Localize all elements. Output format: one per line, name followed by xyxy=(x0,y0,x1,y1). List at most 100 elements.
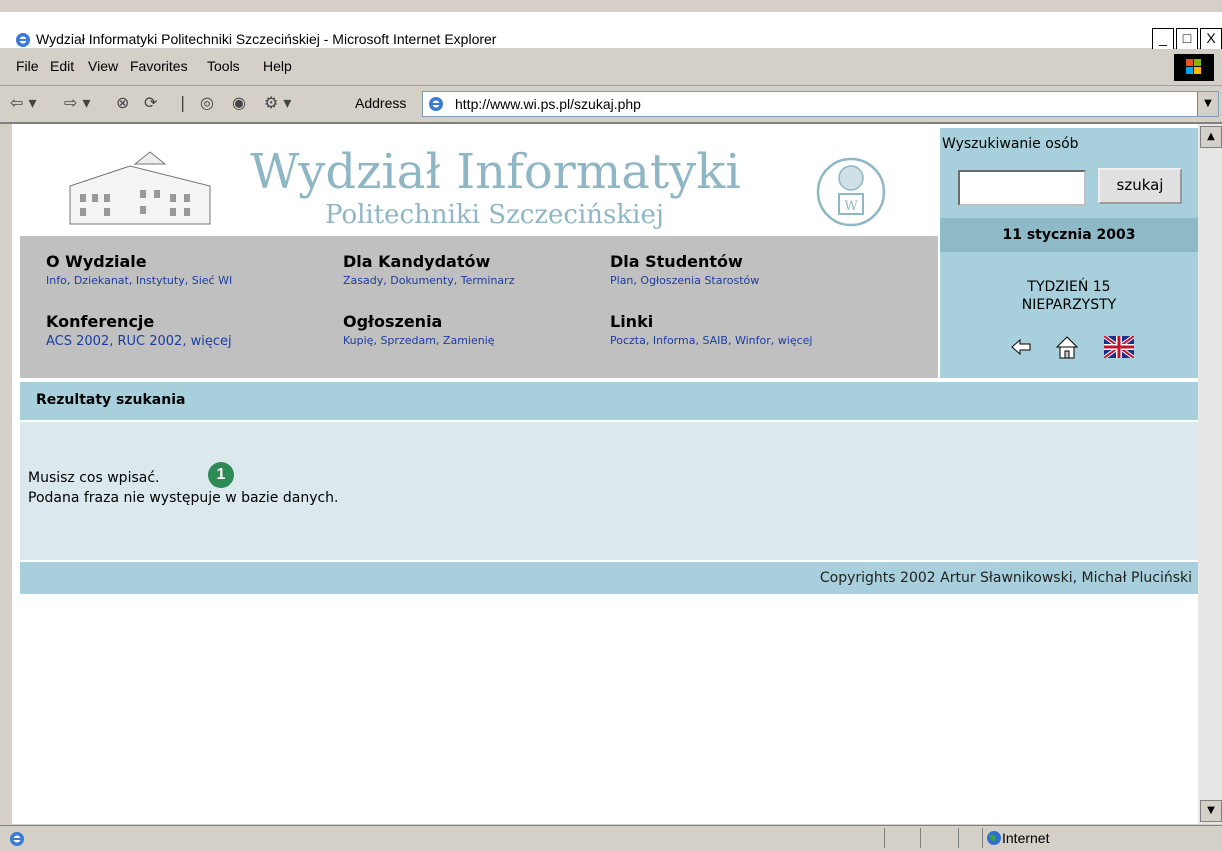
nav-link-acs-2002[interactable]: ACS 2002 xyxy=(46,334,109,349)
results-heading: Rezultaty szukania xyxy=(36,392,186,408)
panel-icons xyxy=(940,332,1198,362)
maximize-button[interactable]: □ xyxy=(1176,28,1198,50)
nav-heading[interactable]: O Wydziale xyxy=(46,252,232,271)
nav-links: ACS 2002, RUC 2002, więcej xyxy=(46,334,232,349)
menu-tools[interactable]: Tools xyxy=(207,58,240,74)
ie-logo-icon xyxy=(16,33,30,47)
page-status-icon xyxy=(10,832,24,846)
results-no-match: Podana fraza nie występuje w bazie danyc… xyxy=(28,490,339,506)
nav-link-sprzedam[interactable]: Sprzedam xyxy=(380,334,435,347)
menu-file[interactable]: File xyxy=(16,58,39,74)
nav-link-terminarz[interactable]: Terminarz xyxy=(461,274,515,287)
toolbar: ⇦ ▾ ⇨ ▾ ⊗ ⟳ | ◎ ◉ ⚙ ▾ Address http://www… xyxy=(0,86,1222,124)
search-button[interactable]: szukaj xyxy=(1098,168,1182,204)
nav-link-dziekanat[interactable]: Dziekanat xyxy=(74,274,129,287)
nav-link-zamienie[interactable]: Zamienię xyxy=(443,334,495,347)
vertical-scrollbar[interactable]: ▲ ▼ xyxy=(1198,124,1222,824)
page-viewport: Wydział Informatyki Politechniki Szczeci… xyxy=(12,124,1198,824)
internet-globe-icon xyxy=(987,831,1001,845)
nav-group-konferencje: Konferencje ACS 2002, RUC 2002, więcej xyxy=(46,312,232,349)
building-logo-icon xyxy=(69,151,211,225)
stop-icon[interactable]: ⊗ xyxy=(116,93,129,112)
nav-group-dla-kandydatow: Dla Kandydatów Zasady, Dokumenty, Termin… xyxy=(343,252,514,287)
nav-links: Plan, Ogłoszenia Starostów xyxy=(610,274,760,287)
home-icon[interactable] xyxy=(1054,334,1080,360)
nav-link-informa[interactable]: Informa xyxy=(653,334,696,347)
nav-link-plan[interactable]: Plan xyxy=(610,274,633,287)
close-button[interactable]: X xyxy=(1200,28,1222,50)
nav-link-dokumenty[interactable]: Dokumenty xyxy=(390,274,453,287)
nav-group-linki: Linki Poczta, Informa, SAIB, Winfor, wię… xyxy=(610,312,812,347)
menu-edit[interactable]: Edit xyxy=(50,58,74,74)
nav-links: Info, Dziekanat, Instytuty, Sieć WI xyxy=(46,274,233,287)
scroll-up-icon[interactable]: ▲ xyxy=(1200,126,1222,148)
back-arrow-icon[interactable] xyxy=(1010,336,1032,358)
browser-window: Wydział Informatyki Politechniki Szczeci… xyxy=(0,0,1222,851)
nav-link-instytuty[interactable]: Instytuty xyxy=(136,274,185,287)
title-bar: Wydział Informatyki Politechniki Szczeci… xyxy=(0,12,1222,50)
nav-link-info[interactable]: Info xyxy=(46,274,67,287)
uk-flag-icon[interactable] xyxy=(1104,336,1134,358)
nav-link-wiecej[interactable]: więcej xyxy=(191,334,232,349)
nav-link-winfor[interactable]: Winfor xyxy=(735,334,771,347)
results-body: Musisz cos wpisać. 1 Podana fraza nie wy… xyxy=(20,422,1198,560)
media-icon[interactable]: ⚙ ▾ xyxy=(264,93,291,112)
nav-link-zasady[interactable]: Zasady xyxy=(343,274,383,287)
side-panel: Wyszukiwanie osób szukaj 11 stycznia 200… xyxy=(940,128,1198,378)
page-footer: Copyrights 2002 Artur Sławnikowski, Mich… xyxy=(20,562,1198,594)
site-header: Wydział Informatyki Politechniki Szczeci… xyxy=(20,128,938,230)
nav-heading[interactable]: Dla Kandydatów xyxy=(343,252,514,271)
nav-link-ogloszenia-starostow[interactable]: Ogłoszenia Starostów xyxy=(640,274,759,287)
refresh-icon[interactable]: ⟳ xyxy=(144,93,157,112)
week-number: TYDZIEŃ 15 xyxy=(1027,279,1111,295)
nav-link-siec-wi[interactable]: Sieć WI xyxy=(192,274,232,287)
results-header: Rezultaty szukania xyxy=(20,382,1198,420)
menu-help[interactable]: Help xyxy=(263,58,292,74)
minimize-button[interactable]: _ xyxy=(1152,28,1174,50)
nav-link-wiecej[interactable]: więcej xyxy=(778,334,813,347)
page-icon xyxy=(429,97,443,111)
address-label: Address xyxy=(355,95,407,111)
window-title: Wydział Informatyki Politechniki Szczeci… xyxy=(36,31,497,47)
person-search-input[interactable] xyxy=(958,170,1086,206)
menu-view[interactable]: View xyxy=(88,58,118,74)
search-globe-icon[interactable]: ◎ xyxy=(200,93,214,112)
address-dropdown-icon[interactable]: ▼ xyxy=(1197,92,1218,116)
separator-icon: | xyxy=(180,93,186,112)
nav-heading[interactable]: Dla Studentów xyxy=(610,252,759,271)
copyright-text: Copyrights 2002 Artur Sławnikowski, Mich… xyxy=(819,570,1192,586)
nav-group-dla-studentow: Dla Studentów Plan, Ogłoszenia Starostów xyxy=(610,252,759,287)
site-title: Wydział Informatyki xyxy=(250,144,741,200)
nav-link-poczta[interactable]: Poczta xyxy=(610,334,646,347)
current-date: 11 stycznia 2003 xyxy=(940,218,1198,252)
nav-link-saib[interactable]: SAIB xyxy=(702,334,728,347)
nav-links: Zasady, Dokumenty, Terminarz xyxy=(343,274,515,287)
status-separator xyxy=(920,828,921,848)
history-icon[interactable]: ◉ xyxy=(232,93,246,112)
nav-heading[interactable]: Ogłoszenia xyxy=(343,312,495,331)
nav-link-kupie[interactable]: Kupię xyxy=(343,334,373,347)
address-bar[interactable]: http://www.wi.ps.pl/szukaj.php ▼ xyxy=(422,91,1219,117)
status-separator xyxy=(884,828,885,848)
address-url[interactable]: http://www.wi.ps.pl/szukaj.php xyxy=(455,96,641,112)
window-controls: _ □ X xyxy=(1150,28,1222,50)
nav-links: Poczta, Informa, SAIB, Winfor, więcej xyxy=(610,334,813,347)
nav-group-o-wydziale: O Wydziale Info, Dziekanat, Instytuty, S… xyxy=(46,252,232,287)
nav-heading[interactable]: Linki xyxy=(610,312,812,331)
main-navigation: O Wydziale Info, Dziekanat, Instytuty, S… xyxy=(20,236,938,378)
site-subtitle: Politechniki Szczecińskiej xyxy=(325,200,664,230)
nav-heading[interactable]: Konferencje xyxy=(46,312,232,331)
back-arrow-icon[interactable]: ⇦ ▾ xyxy=(10,93,37,112)
search-title: Wyszukiwanie osób xyxy=(942,136,1079,152)
status-bar: Internet xyxy=(0,825,1222,851)
menu-favorites[interactable]: Favorites xyxy=(130,58,188,74)
svg-text:W: W xyxy=(844,199,858,214)
results-message: Musisz cos wpisać. xyxy=(28,470,160,486)
scroll-down-icon[interactable]: ▼ xyxy=(1200,800,1222,822)
menu-bar: File Edit View Favorites Tools Help xyxy=(0,49,1222,86)
status-separator xyxy=(958,828,959,848)
nav-links: Kupię, Sprzedam, Zamienię xyxy=(343,334,495,347)
nav-link-ruc-2002[interactable]: RUC 2002 xyxy=(117,334,182,349)
forward-arrow-icon[interactable]: ⇨ ▾ xyxy=(64,93,91,112)
week-parity: NIEPARZYSTY xyxy=(1021,297,1117,313)
